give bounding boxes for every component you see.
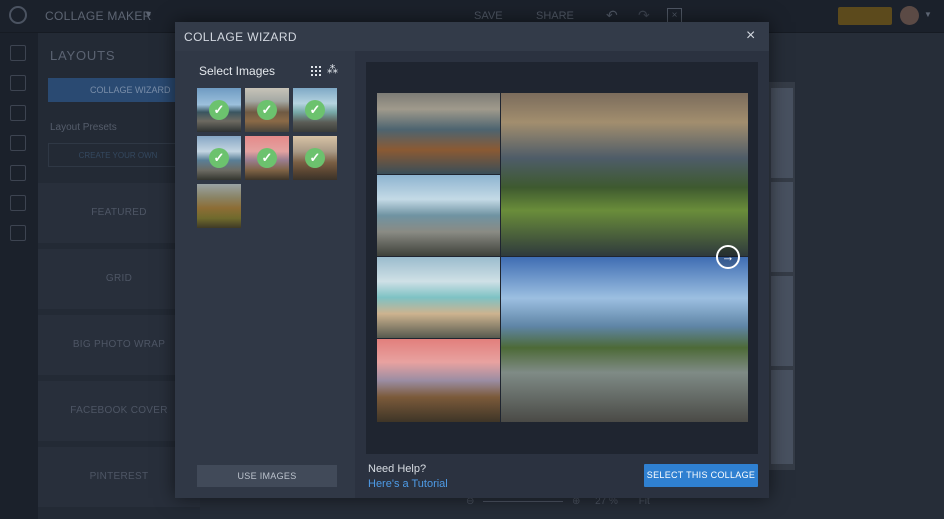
check-icon: ✓: [257, 148, 277, 168]
thumbnail-pink-sunset-arch[interactable]: ✓: [245, 136, 289, 180]
collage-tile-rocky-coast[interactable]: [501, 257, 748, 422]
tool-icon-bar: [0, 33, 38, 519]
tutorial-link[interactable]: Here's a Tutorial: [368, 478, 448, 490]
share-button[interactable]: SHARE: [536, 10, 574, 22]
avatar-chevron-icon[interactable]: ▼: [924, 10, 932, 19]
use-images-button[interactable]: USE IMAGES: [197, 465, 337, 487]
collage-wizard-dialog: COLLAGE WIZARD × Select Images ⁂ ✓ ✓ ✓ ✓…: [175, 22, 769, 498]
collage-preview: [377, 93, 748, 422]
check-icon: ✓: [209, 148, 229, 168]
layout-tool-icon[interactable]: [10, 45, 26, 61]
create-your-own-button[interactable]: CREATE YOUR OWN: [48, 143, 188, 167]
check-icon: ✓: [209, 100, 229, 120]
thumbnail-sea-stack[interactable]: ✓: [245, 88, 289, 132]
layouts-title: LAYOUTS: [50, 48, 116, 63]
select-this-collage-button[interactable]: SELECT THIS COLLAGE: [644, 464, 758, 487]
close-icon[interactable]: ×: [746, 27, 755, 45]
need-help-label: Need Help?: [368, 463, 427, 475]
avatar[interactable]: [900, 6, 919, 25]
thumbnail-sunset-rocks[interactable]: ✓: [293, 136, 337, 180]
check-icon: ✓: [257, 100, 277, 120]
upgrade-badge[interactable]: [838, 7, 892, 25]
dialog-header: COLLAGE WIZARD ×: [175, 22, 769, 51]
collage-tile-shore-boulders[interactable]: [377, 175, 500, 256]
effects-tool-icon[interactable]: [10, 135, 26, 151]
grid-view-icon[interactable]: [311, 66, 321, 76]
chevron-down-icon[interactable]: ▼: [144, 9, 153, 19]
collage-tile-sea-stack[interactable]: [377, 93, 500, 174]
zoom-slider[interactable]: [483, 500, 564, 502]
app-logo-icon[interactable]: [9, 6, 27, 24]
shuffle-icon[interactable]: ⁂: [327, 65, 338, 76]
thumbnail-rocky-coast[interactable]: ✓: [197, 136, 241, 180]
app-title[interactable]: COLLAGE MAKER: [45, 9, 152, 23]
thumbnail-shore-boulders[interactable]: ✓: [293, 88, 337, 132]
collage-tile-grassy-cliff[interactable]: [501, 93, 748, 256]
close-document-icon[interactable]: ×: [667, 8, 682, 23]
sticker-tool-icon[interactable]: [10, 225, 26, 241]
layout-presets-label: Layout Presets: [50, 122, 117, 133]
check-icon: ✓: [305, 148, 325, 168]
next-layout-icon[interactable]: →: [716, 245, 740, 269]
check-icon: ✓: [305, 100, 325, 120]
grid-tool-icon[interactable]: [10, 105, 26, 121]
collage-wizard-button[interactable]: COLLAGE WIZARD: [48, 78, 188, 102]
thumbnail-sea-rocks[interactable]: ✓: [197, 88, 241, 132]
select-images-panel: Select Images ⁂ ✓ ✓ ✓ ✓ ✓ ✓ USE IMAGES: [175, 51, 355, 498]
canvas-collage-edge: [769, 82, 795, 470]
text-tool-icon[interactable]: [10, 195, 26, 211]
save-button[interactable]: SAVE: [474, 10, 503, 22]
frame-tool-icon[interactable]: [10, 165, 26, 181]
select-images-title: Select Images: [199, 64, 276, 78]
dialog-title: COLLAGE WIZARD: [184, 30, 297, 44]
collage-tile-pink-sunset-arch[interactable]: [377, 339, 500, 422]
collage-tile-beach-rocks[interactable]: [377, 257, 500, 338]
edit-tool-icon[interactable]: [10, 75, 26, 91]
thumbnail-grassy-cliff[interactable]: [197, 184, 241, 228]
